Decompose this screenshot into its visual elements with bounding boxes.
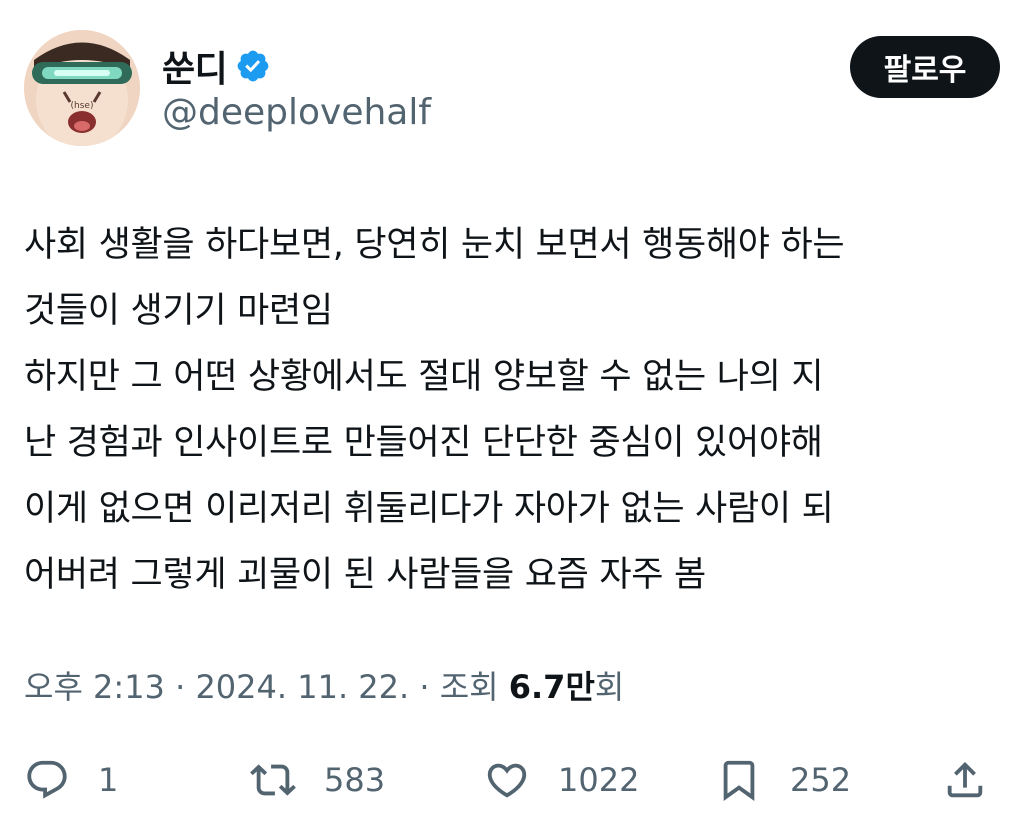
display-name[interactable]: 쑨디 (162, 40, 228, 92)
views-suffix: 회 (594, 668, 625, 706)
tweet-line: 어버려 그렇게 괴물이 된 사람들을 요즘 자주 봄 (24, 555, 706, 595)
action-bar: 1 583 1022 252 (24, 752, 1000, 808)
user-handle[interactable]: @deeplovehalf (162, 92, 431, 133)
reply-count: 1 (98, 761, 119, 799)
bookmark-button[interactable]: 252 (716, 752, 851, 808)
reply-button[interactable]: 1 (24, 752, 118, 808)
tweet-date[interactable]: 2024. 11. 22. (195, 668, 409, 706)
retweet-button[interactable]: 583 (250, 752, 385, 808)
views-count: 6.7만 (508, 668, 595, 706)
like-button[interactable]: 1022 (484, 752, 639, 808)
tweet-line: 사회 생활을 하다보면, 당연히 눈치 보면서 행동해야 하는 (24, 225, 845, 265)
tweet-meta: 오후 2:13 · 2024. 11. 22. · 조회 6.7만회 (24, 662, 624, 708)
reply-icon (27, 760, 67, 799)
bookmark-icon (723, 760, 755, 801)
bookmark-count: 252 (790, 761, 852, 799)
like-count: 1022 (558, 761, 640, 799)
avatar[interactable]: (hse) (24, 30, 140, 146)
tweet-header: (hse) 쑨디 @deeplovehalf 팔로우 (24, 30, 1000, 150)
svg-text:(hse): (hse) (71, 101, 94, 111)
verified-badge-icon (237, 50, 269, 82)
tweet-text: 사회 생활을 하다보면, 당연히 눈치 보면서 행동해야 하는 것들이 생기기 … (24, 212, 1000, 608)
tweet-line: 난 경험과 인사이트로 만들어진 단단한 중심이 있어야해 (24, 423, 823, 463)
tweet-line: 하지만 그 어떤 상황에서도 절대 양보할 수 없는 나의 지 (24, 357, 824, 397)
retweet-icon (250, 764, 296, 796)
share-button[interactable] (942, 752, 988, 808)
follow-button[interactable]: 팔로우 (850, 36, 1000, 98)
retweet-count: 583 (324, 761, 386, 799)
tweet-line: 것들이 생기기 마련임 (24, 291, 333, 331)
tweet-line: 이게 없으면 이리저리 휘둘리다가 자아가 없는 사람이 되 (24, 489, 834, 529)
meta-separator: · (164, 668, 196, 706)
meta-separator: · (409, 668, 440, 706)
views-label: 조회 (439, 668, 499, 706)
heart-icon (487, 763, 527, 798)
share-icon (947, 761, 983, 798)
tweet-time[interactable]: 오후 2:13 (24, 668, 165, 706)
